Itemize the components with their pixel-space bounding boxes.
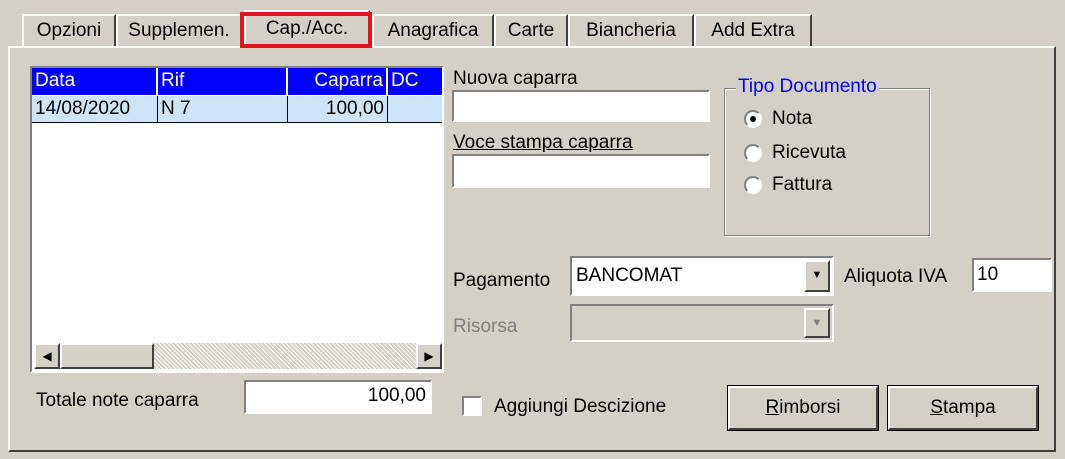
grid-cell-rif[interactable]: N 7 [158,96,288,123]
scroll-thumb[interactable] [60,343,154,369]
nuova-caparra-input[interactable] [452,90,710,122]
tab-anagrafica[interactable]: Anagrafica [372,14,494,46]
grid-header-caparra[interactable]: Caparra [288,68,388,95]
tab-carte[interactable]: Carte [494,14,568,46]
scroll-right-button[interactable]: ▶ [416,343,442,369]
risorsa-select[interactable]: ▼ [570,304,834,342]
grid-horizontal-scrollbar[interactable]: ◀ ▶ [34,343,442,369]
rimborsi-button[interactable]: Rimborsi [727,385,879,431]
grid-cell-caparra[interactable]: 100,00 [288,96,388,123]
grid-header-data[interactable]: Data [32,68,158,95]
pagamento-value: BANCOMAT [576,265,683,286]
stampa-label: tampa [942,397,996,418]
rimborsi-accel: R [765,397,780,418]
tab-supplemen[interactable]: Supplemen. [116,14,242,46]
totale-label: Totale note caparra [36,390,199,411]
tipo-documento-title: Tipo Documento [736,76,879,98]
chevron-down-icon: ▼ [811,269,823,281]
pagamento-dropdown-button[interactable]: ▼ [804,260,830,292]
grid-header-rif[interactable]: Rif [158,68,288,95]
aggiungi-label[interactable]: Aggiungi Descizione [494,396,666,418]
active-tab-highlight [240,12,372,48]
radio-fattura-label[interactable]: Fattura [772,174,832,196]
caparre-grid[interactable]: Data Rif Caparra DC 14/08/2020 N 7 100,0… [30,66,444,373]
pagamento-select[interactable]: BANCOMAT ▼ [570,256,834,296]
stampa-accel: S [930,397,943,418]
risorsa-label: Risorsa [453,316,518,337]
risorsa-dropdown-button[interactable]: ▼ [804,308,830,338]
radio-nota-label[interactable]: Nota [772,108,812,130]
stampa-button[interactable]: Stampa [887,385,1039,431]
rimborsi-label: imborsi [779,397,841,418]
chevron-down-icon: ▼ [811,317,823,329]
voce-stampa-input[interactable] [452,154,710,188]
radio-ricevuta[interactable] [744,144,762,162]
tab-biancheria[interactable]: Biancheria [568,14,694,46]
tab-opzioni[interactable]: Opzioni [22,14,116,46]
aliquota-input[interactable] [972,258,1052,292]
voce-stampa-label: Voce stampa caparra [453,132,633,153]
radio-fattura[interactable] [744,176,762,194]
nuova-caparra-label: Nuova caparra [453,68,578,89]
arrow-left-icon: ◀ [42,349,52,363]
tab-add-extra[interactable]: Add Extra [694,14,812,46]
aggiungi-checkbox[interactable] [462,396,482,416]
aliquota-label: Aliquota IVA [844,266,948,287]
radio-ricevuta-label[interactable]: Ricevuta [772,142,846,164]
totale-field: 100,00 [244,380,432,414]
grid-cell-data[interactable]: 14/08/2020 [32,96,158,123]
arrow-right-icon: ▶ [424,349,434,363]
radio-nota[interactable] [744,110,762,128]
scroll-left-button[interactable]: ◀ [34,343,60,369]
pagamento-label: Pagamento [453,270,551,291]
grid-header-dc[interactable]: DC [388,68,442,95]
grid-cell-dc[interactable] [388,96,442,123]
scroll-track[interactable] [154,343,416,369]
